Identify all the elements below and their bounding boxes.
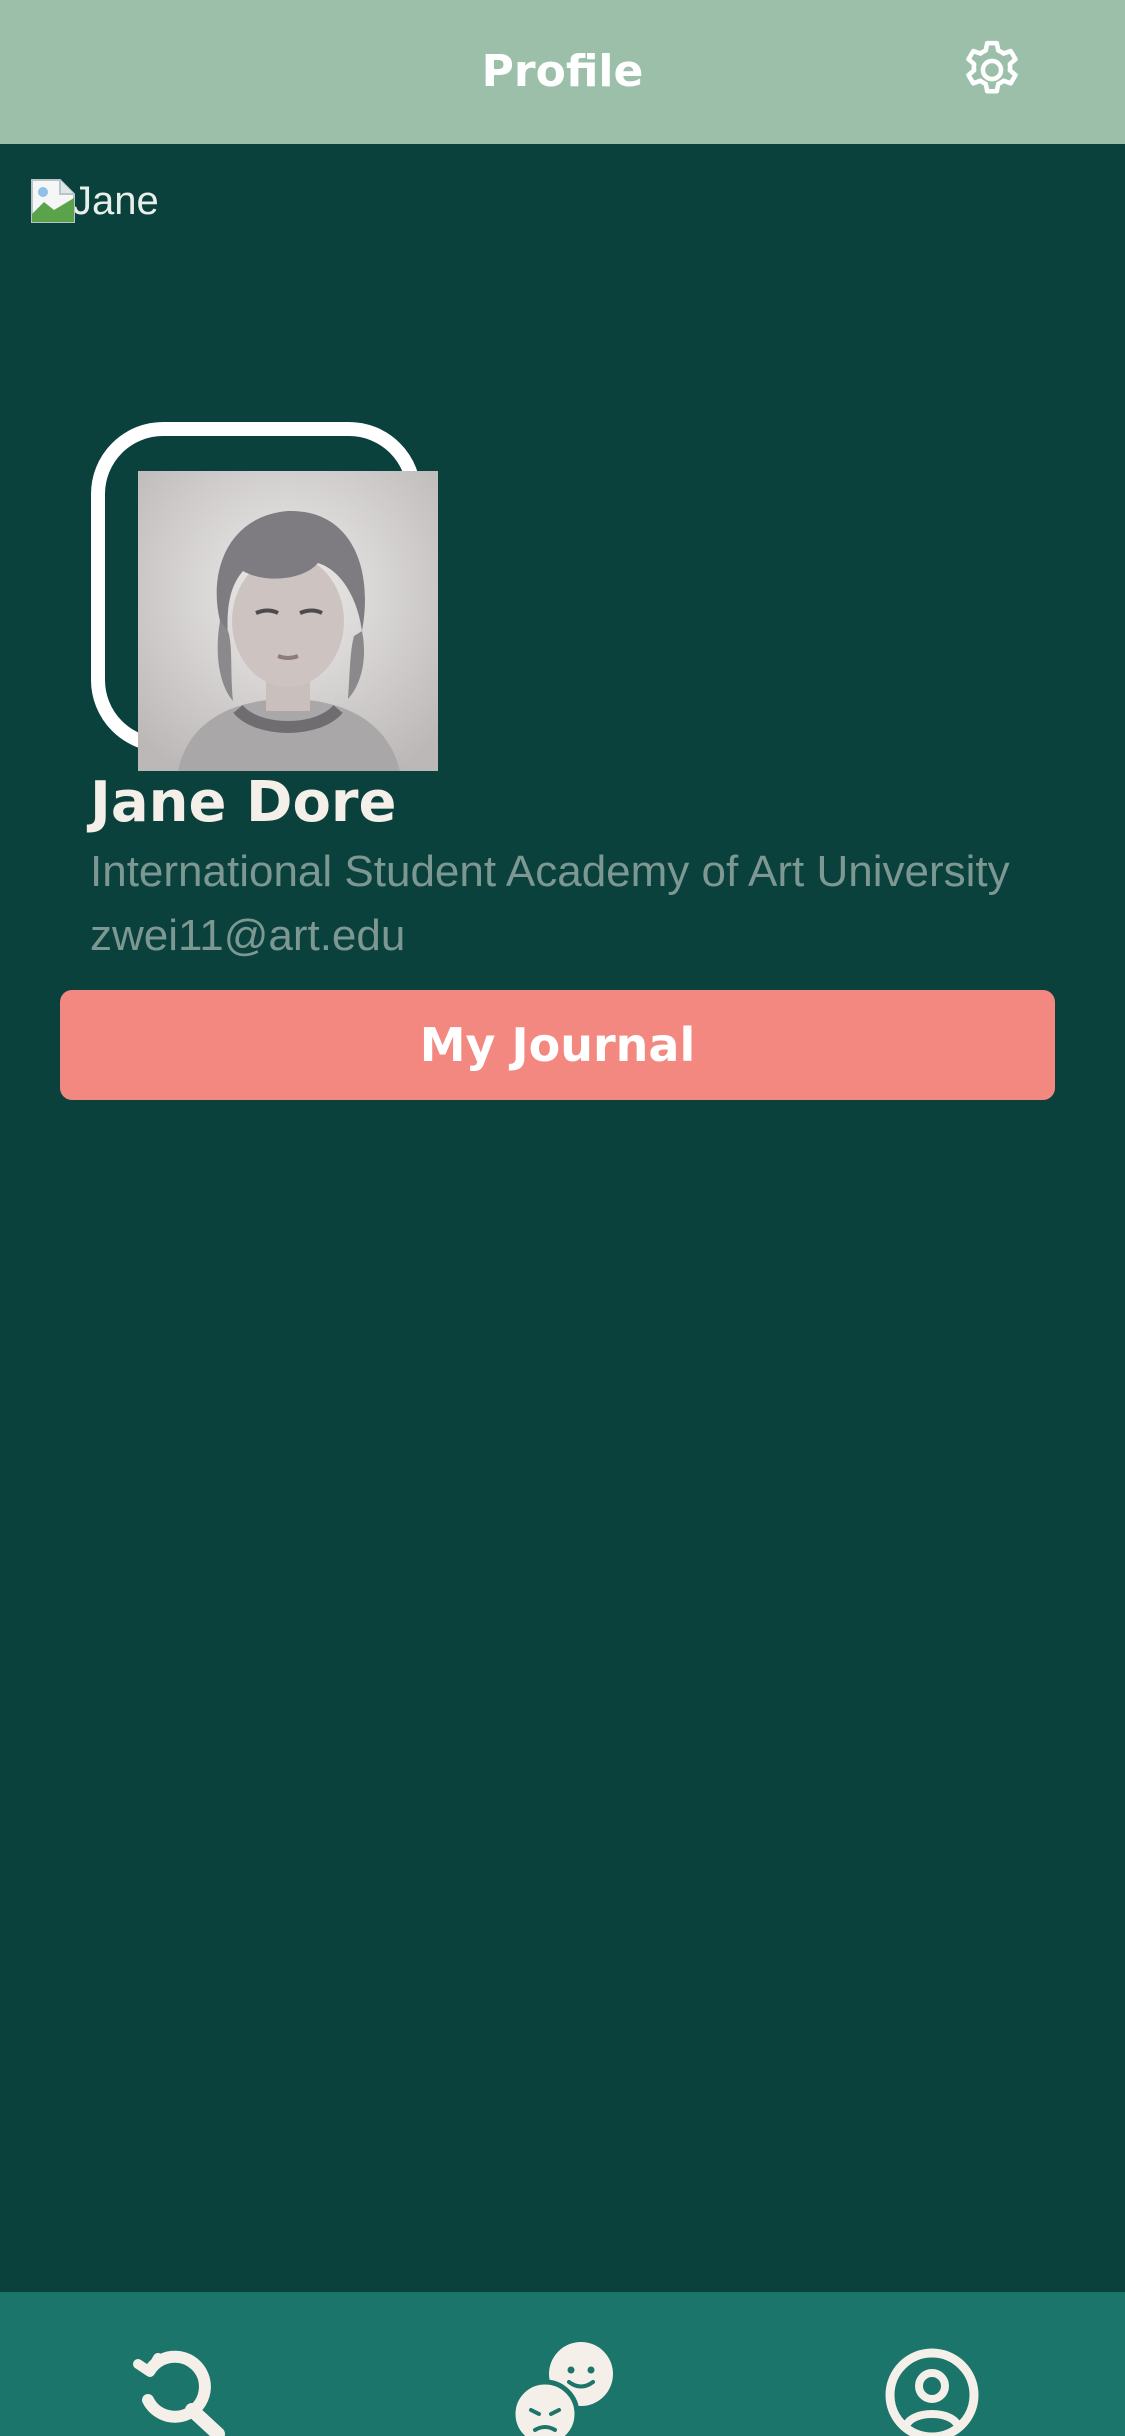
avatar — [138, 471, 438, 771]
search-history-icon — [133, 2350, 225, 2436]
app-header: Profile — [0, 0, 1125, 144]
broken-image-alt-text: Jane — [72, 179, 159, 223]
settings-button[interactable] — [956, 34, 1028, 106]
mood-chat-icon — [510, 2342, 613, 2436]
profile-name: Jane Dore — [90, 770, 397, 835]
broken-image-placeholder: Jane — [30, 174, 159, 228]
profile-description: International Student Academy of Art Uni… — [90, 847, 1010, 960]
nav-item-search[interactable] — [88, 2292, 268, 2436]
nav-item-mood[interactable] — [472, 2292, 652, 2436]
my-journal-button[interactable]: My Journal — [60, 990, 1055, 1100]
nav-item-profile[interactable] — [842, 2292, 1022, 2436]
broken-image-icon — [31, 179, 75, 223]
bottom-nav — [0, 2292, 1125, 2436]
user-profile-icon — [885, 2348, 979, 2436]
gear-icon — [966, 40, 1018, 94]
